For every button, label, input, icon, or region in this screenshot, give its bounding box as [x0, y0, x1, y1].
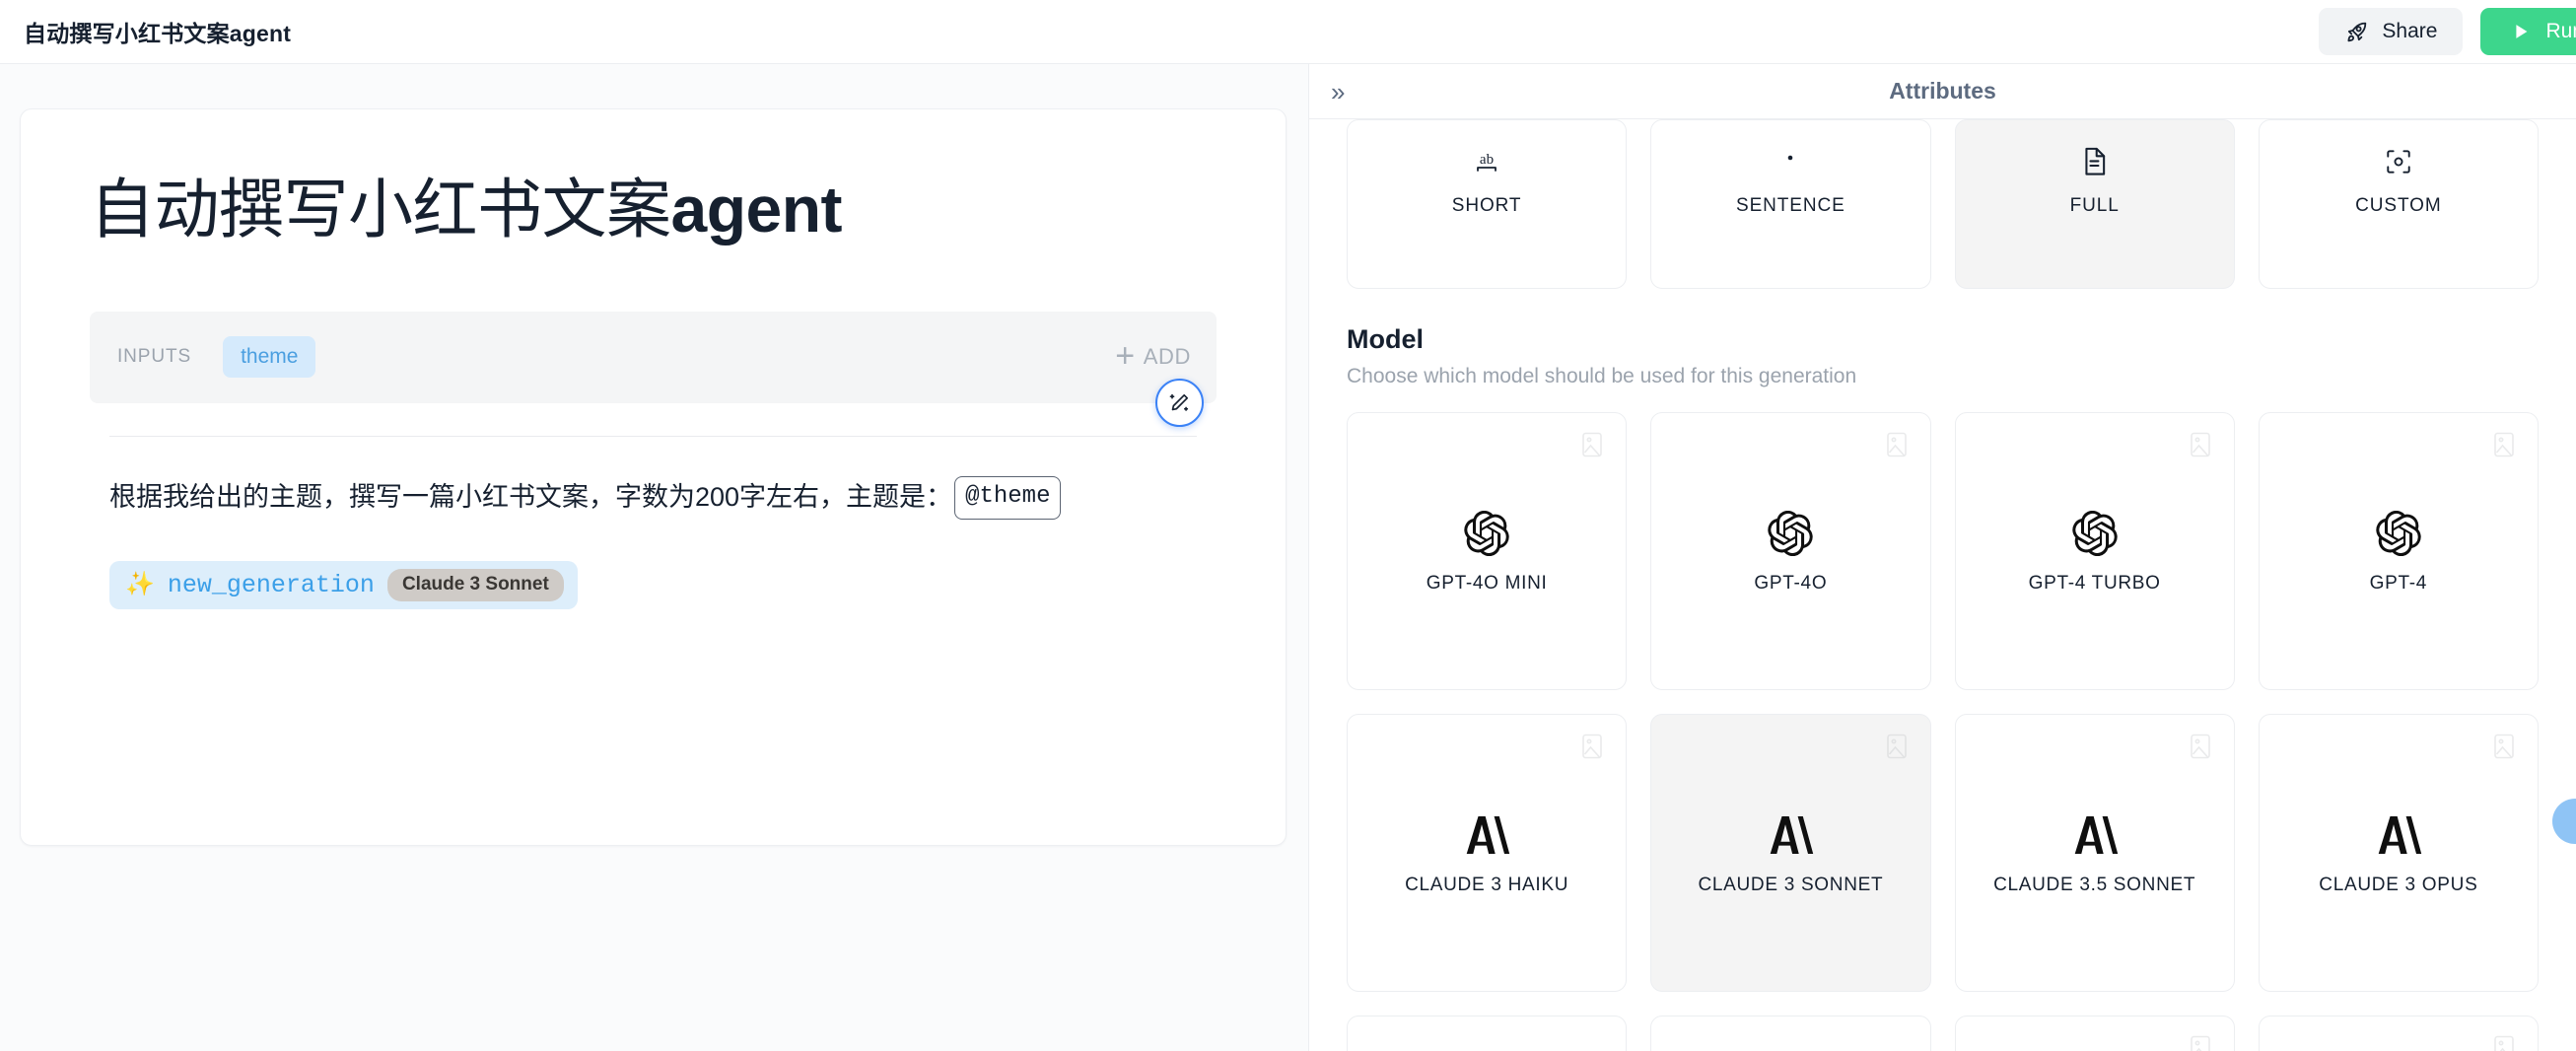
sparkles-icon: ✨: [125, 571, 155, 597]
variable-chip-theme[interactable]: @theme: [954, 475, 1062, 520]
anthropic-logo-icon: [2071, 809, 2119, 861]
image-placeholder-icon: [1580, 431, 1604, 463]
share-label: Share: [2382, 20, 2438, 42]
model-card-gpt-4o[interactable]: GPT-4O: [1650, 412, 1931, 690]
model-card-gpt-4[interactable]: GPT-4: [2258, 412, 2539, 690]
length-option-short[interactable]: ab SHORT: [1347, 119, 1628, 289]
document-title[interactable]: 自动撰写小红书文案agent: [90, 169, 1286, 250]
model-card-row3-4[interactable]: [2258, 1016, 2539, 1051]
model-card-claude-3-sonnet[interactable]: CLAUDE 3 SONNET: [1650, 714, 1931, 992]
document-icon: [2081, 142, 2109, 181]
attributes-body: ab SHORT SENTENCE FULL CUSTOM Model Choo…: [1309, 119, 2576, 1051]
prompt-document-card: 自动撰写小红书文案agent INPUTS theme + ADD 根据我给出的…: [20, 108, 1287, 846]
run-label: Run: [2545, 20, 2576, 42]
model-card-claude-35-sonnet[interactable]: CLAUDE 3.5 SONNET: [1954, 714, 2235, 992]
anthropic-logo-icon: [1463, 809, 1510, 861]
collapse-panel-icon[interactable]: »: [1331, 79, 1345, 105]
length-option-label: CUSTOM: [2355, 195, 2442, 216]
plus-icon: +: [1115, 337, 1136, 375]
generation-model-badge: Claude 3 Sonnet: [386, 568, 564, 601]
length-option-full[interactable]: FULL: [1954, 119, 2235, 289]
model-card-row3-3[interactable]: [1954, 1016, 2235, 1051]
model-section-subtitle: Choose which model should be used for th…: [1347, 365, 1857, 387]
image-placeholder-icon: [1580, 733, 1604, 765]
model-section-title: Model: [1347, 324, 1424, 354]
model-label: CLAUDE 3 SONNET: [1698, 875, 1884, 895]
page-title: 自动撰写小红书文案agent: [24, 21, 292, 46]
model-label: CLAUDE 3 HAIKU: [1405, 875, 1569, 895]
add-input-button[interactable]: + ADD: [1115, 337, 1191, 375]
model-label: CLAUDE 3.5 SONNET: [1993, 875, 2196, 895]
openai-logo-icon: [2072, 508, 2118, 559]
length-option-label: FULL: [2069, 195, 2120, 216]
model-section-header: Model Choose which model should be used …: [1347, 324, 2539, 388]
model-label: GPT-4O: [1754, 573, 1828, 594]
image-placeholder-icon: [2189, 431, 2212, 463]
model-card-gpt-4o-mini[interactable]: GPT-4O MINI: [1347, 412, 1628, 690]
image-placeholder-icon: [2492, 431, 2516, 463]
inputs-bar: INPUTS theme + ADD: [90, 311, 1217, 427]
generation-block-chip[interactable]: ✨ new_generation Claude 3 Sonnet: [109, 560, 578, 609]
content-divider: [109, 435, 1197, 437]
model-card-row3-1[interactable]: [1347, 1016, 1628, 1051]
image-placeholder-icon: [1885, 733, 1909, 765]
openai-logo-icon: [2376, 508, 2421, 559]
image-placeholder-icon: [1885, 431, 1909, 463]
attributes-pane: » Attributes ab SHORT SENTENCE FULL CUST…: [1308, 64, 2576, 1051]
attributes-title: Attributes: [1889, 78, 1996, 104]
anthropic-logo-icon: [1767, 809, 1814, 861]
inputs-label: INPUTS: [117, 346, 192, 367]
header-actions: Share Run: [2319, 8, 2576, 55]
image-placeholder-icon: [2189, 733, 2212, 765]
dot-icon: [1777, 142, 1803, 181]
model-label: CLAUDE 3 OPUS: [2319, 875, 2478, 895]
model-card-claude-3-opus[interactable]: CLAUDE 3 OPUS: [2258, 714, 2539, 992]
length-option-custom[interactable]: CUSTOM: [2258, 119, 2539, 289]
model-card-row3-2[interactable]: [1650, 1016, 1931, 1051]
ab-icon: ab: [1472, 142, 1501, 181]
generation-name: new_generation: [167, 570, 375, 599]
length-option-row: ab SHORT SENTENCE FULL CUSTOM: [1347, 119, 2539, 289]
attributes-header: » Attributes: [1309, 64, 2576, 119]
document-title-latin: agent: [670, 173, 843, 245]
editor-pane: 自动撰写小红书文案agent INPUTS theme + ADD 根据我给出的…: [0, 64, 1308, 1051]
model-label: GPT-4 TURBO: [2028, 573, 2161, 594]
image-placeholder-icon: [2189, 1034, 2212, 1051]
prompt-text: 根据我给出的主题，撰写一篇小红书文案，字数为200字左右，主题是：: [109, 482, 953, 513]
model-card-gpt-4-turbo[interactable]: GPT-4 TURBO: [1954, 412, 2235, 690]
prompt-paragraph[interactable]: 根据我给出的主题，撰写一篇小红书文案，字数为200字左右，主题是： @theme: [109, 475, 1286, 520]
input-chip-theme[interactable]: theme: [223, 336, 316, 378]
app-header: 自动撰写小红书文案agent Share Run: [0, 0, 2576, 64]
openai-logo-icon: [1768, 508, 1813, 559]
document-title-cjk: 自动撰写小红书文案: [90, 173, 671, 245]
run-button[interactable]: Run: [2480, 8, 2576, 55]
model-label: GPT-4O MINI: [1426, 573, 1548, 594]
openai-logo-icon: [1464, 508, 1509, 559]
svg-text:ab: ab: [1480, 152, 1494, 168]
anthropic-logo-icon: [2375, 809, 2422, 861]
model-grid: GPT-4O MINI GPT-4O GPT-4 TURBO GPT-4 CLA…: [1347, 412, 2539, 1051]
add-label: ADD: [1143, 344, 1191, 369]
play-icon: [2510, 21, 2532, 42]
image-placeholder-icon: [2492, 733, 2516, 765]
model-label: GPT-4: [2369, 573, 2428, 594]
model-card-claude-3-haiku[interactable]: CLAUDE 3 HAIKU: [1347, 714, 1628, 992]
rocket-icon: [2344, 20, 2369, 44]
length-option-label: SENTENCE: [1736, 195, 1845, 216]
scan-icon: [2384, 142, 2413, 181]
length-option-label: SHORT: [1451, 195, 1522, 216]
magic-pencil-icon[interactable]: [1155, 378, 1204, 427]
share-button[interactable]: Share: [2319, 8, 2464, 55]
image-placeholder-icon: [2492, 1034, 2516, 1051]
length-option-sentence[interactable]: SENTENCE: [1650, 119, 1931, 289]
